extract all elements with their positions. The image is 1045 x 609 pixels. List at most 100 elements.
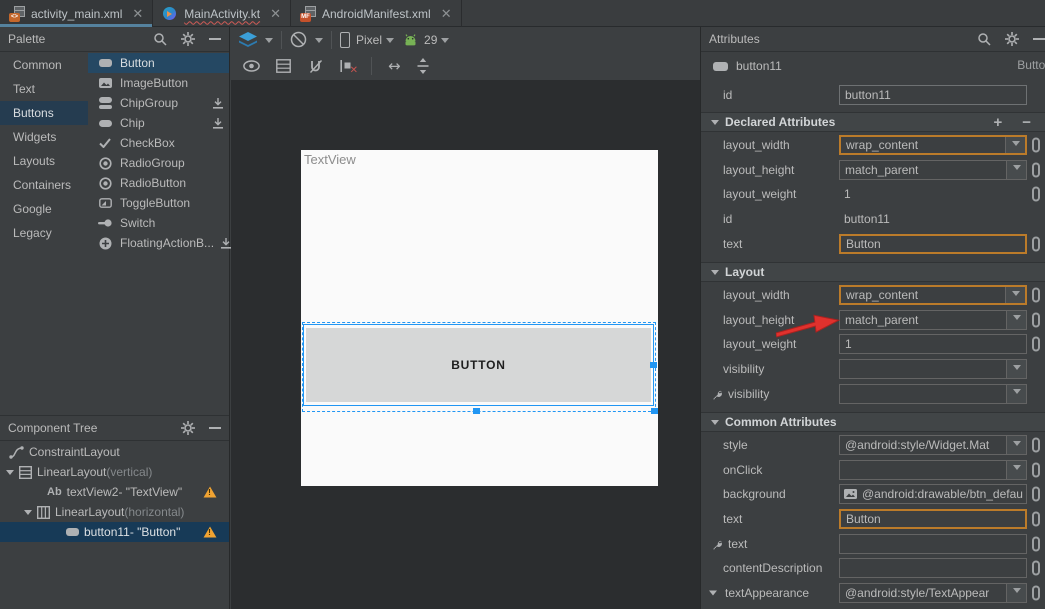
category-buttons[interactable]: Buttons (0, 101, 88, 125)
search-icon[interactable] (977, 32, 991, 46)
attr-row-id-declared[interactable]: id button11 (701, 207, 1045, 232)
visibility-dropdown[interactable] (839, 359, 1027, 379)
pack-distribute-icon[interactable] (417, 58, 429, 74)
resource-flag-icon[interactable] (1032, 236, 1040, 251)
widget-radiogroup[interactable]: RadioGroup (88, 153, 229, 173)
widget-radiobutton[interactable]: RadioButton (88, 173, 229, 193)
resource-flag-icon[interactable] (1032, 337, 1040, 352)
resource-flag-icon[interactable] (1032, 512, 1040, 527)
category-google[interactable]: Google (0, 197, 88, 221)
widget-checkbox[interactable]: CheckBox (88, 133, 229, 153)
widget-button[interactable]: Button (88, 53, 229, 73)
category-layouts[interactable]: Layouts (0, 149, 88, 173)
expand-arrow-icon[interactable] (24, 510, 32, 515)
tools-text-input[interactable] (839, 534, 1027, 554)
orientation-icon[interactable] (290, 31, 307, 48)
view-options-eye-icon[interactable] (243, 60, 260, 72)
resource-flag-icon[interactable] (1032, 487, 1040, 502)
layout-width-dropdown[interactable]: wrap_content (839, 135, 1027, 155)
layout-weight-input[interactable]: 1 (839, 334, 1027, 354)
contentdescription-input[interactable] (839, 558, 1027, 578)
chevron-down-icon[interactable] (315, 38, 323, 47)
close-icon[interactable]: ✕ (441, 7, 452, 20)
attr-row-contentdescription[interactable]: contentDescription (701, 556, 1045, 581)
chevron-down-icon[interactable] (1006, 360, 1026, 378)
add-attribute-button[interactable]: + (993, 114, 1002, 131)
widget-imagebutton[interactable]: ImageButton (88, 73, 229, 93)
chevron-down-icon[interactable] (1006, 161, 1026, 179)
search-icon[interactable] (153, 32, 167, 46)
chevron-down-icon[interactable] (1005, 137, 1025, 153)
tab-mainactivity-kt[interactable]: MainActivity.kt ✕ (153, 0, 291, 27)
chevron-down-icon[interactable] (1006, 436, 1026, 454)
collapse-arrow-icon[interactable] (711, 120, 719, 125)
chevron-down-icon[interactable] (1006, 461, 1026, 479)
canvas-button[interactable]: BUTTON (306, 328, 651, 402)
category-containers[interactable]: Containers (0, 173, 88, 197)
resource-flag-icon[interactable] (1032, 288, 1040, 303)
style-dropdown[interactable]: @android:style/Widget.Mat (839, 435, 1027, 455)
attr-row-layout-weight[interactable]: layout_weight 1 (701, 332, 1045, 357)
attr-row-textappearance[interactable]: textAppearance @android:style/TextAppear (701, 581, 1045, 606)
chevron-down-icon[interactable] (1006, 385, 1026, 403)
download-icon[interactable] (213, 98, 223, 109)
id-input[interactable]: button11 (839, 85, 1027, 105)
attr-row-visibility[interactable]: visibility (701, 357, 1045, 382)
resource-flag-icon[interactable] (1032, 138, 1040, 153)
attr-row-layout-height[interactable]: layout_height match_parent (701, 308, 1045, 333)
resource-flag-icon[interactable] (1032, 438, 1040, 453)
attr-row-text[interactable]: text Button (701, 507, 1045, 532)
attr-row-layout-weight[interactable]: layout_weight 1 (701, 182, 1045, 207)
chevron-down-icon[interactable] (441, 38, 449, 47)
resource-flag-icon[interactable] (1032, 462, 1040, 477)
resource-flag-icon[interactable] (1032, 187, 1040, 202)
widget-togglebutton[interactable]: ToggleButton (88, 193, 229, 213)
resource-flag-icon[interactable] (1032, 536, 1040, 551)
chevron-down-icon[interactable] (265, 38, 273, 47)
tree-item-linearlayout-horizontal[interactable]: LinearLayout(horizontal) (0, 502, 229, 522)
attr-row-layout-height[interactable]: layout_height match_parent (701, 158, 1045, 183)
widget-chip[interactable]: Chip (88, 113, 229, 133)
gear-icon[interactable] (1005, 32, 1019, 46)
blueprint-mode-icon[interactable] (276, 59, 291, 73)
autoconnect-off-magnet-icon[interactable] (307, 59, 324, 74)
device-screen-canvas[interactable]: TextView BUTTON (301, 150, 658, 486)
default-margins-icon[interactable]: ↔ (388, 57, 401, 75)
layout-height-dropdown[interactable]: match_parent (839, 160, 1027, 180)
chevron-down-icon[interactable] (1005, 287, 1025, 303)
download-icon[interactable] (221, 238, 231, 249)
close-icon[interactable]: ✕ (132, 7, 143, 20)
tab-androidmanifest-xml[interactable]: MF AndroidManifest.xml ✕ (291, 0, 462, 27)
layout-height-dropdown[interactable]: match_parent (839, 310, 1027, 330)
widget-floatingactionbutton[interactable]: FloatingActionB... (88, 233, 229, 253)
close-icon[interactable]: ✕ (270, 7, 281, 20)
collapse-arrow-icon[interactable] (711, 270, 719, 275)
section-common-attributes[interactable]: Common Attributes (701, 412, 1045, 432)
attr-row-style[interactable]: style @android:style/Widget.Mat (701, 433, 1045, 458)
layout-width-dropdown[interactable]: wrap_content (839, 285, 1027, 305)
gear-icon[interactable] (181, 421, 195, 435)
id-value[interactable]: button11 (839, 209, 1027, 229)
attr-row-layout-width[interactable]: layout_width wrap_content (701, 133, 1045, 158)
attr-row-tools-text[interactable]: text (701, 531, 1045, 556)
resize-handle-bottom[interactable] (473, 408, 480, 414)
attr-row-layout-width[interactable]: layout_width wrap_content (701, 283, 1045, 308)
tree-item-textview2[interactable]: Ab textView2- "TextView" (0, 482, 229, 502)
tools-visibility-dropdown[interactable] (839, 384, 1027, 404)
hide-panel-icon[interactable] (209, 422, 221, 434)
tree-item-linearlayout-vertical[interactable]: LinearLayout(vertical) (0, 462, 229, 482)
remove-attribute-button[interactable]: − (1022, 114, 1031, 131)
expand-arrow-icon[interactable] (709, 590, 717, 595)
canvas-textview[interactable]: TextView (304, 152, 356, 167)
attr-row-tools-visibility[interactable]: visibility (701, 381, 1045, 406)
resource-flag-icon[interactable] (1032, 561, 1040, 576)
resize-handle-right[interactable] (650, 362, 657, 368)
background-input[interactable]: @android:drawable/btn_defau (839, 484, 1027, 504)
collapse-arrow-icon[interactable] (711, 420, 719, 425)
gear-icon[interactable] (181, 32, 195, 46)
clear-constraints-icon[interactable]: ✕ (340, 59, 355, 73)
section-layout[interactable]: Layout (701, 262, 1045, 282)
widget-chipgroup[interactable]: ChipGroup (88, 93, 229, 113)
design-mode-icon[interactable] (239, 32, 257, 47)
category-widgets[interactable]: Widgets (0, 125, 88, 149)
